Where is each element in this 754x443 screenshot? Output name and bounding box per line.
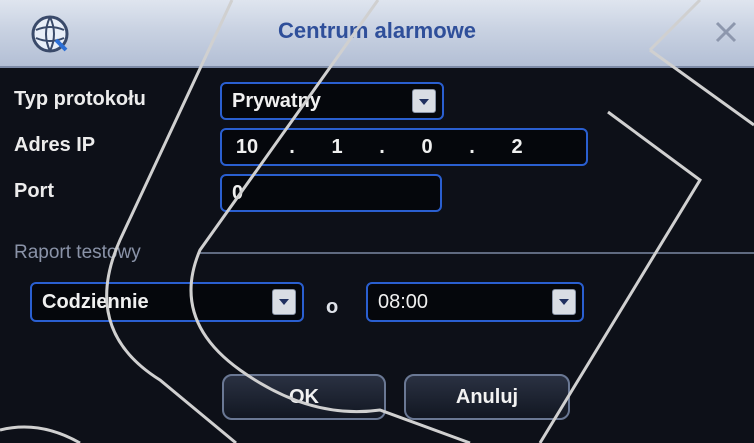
cancel-button[interactable]: Anuluj [404, 374, 570, 420]
close-icon[interactable] [712, 18, 740, 46]
title-bar: Centrum alarmowe [0, 0, 754, 68]
protocol-label: Typ protokołu [14, 88, 146, 110]
ip-octet-4[interactable]: 2 [502, 136, 532, 159]
chevron-down-icon[interactable] [552, 289, 576, 315]
port-label: Port [14, 180, 54, 202]
test-report-section-label: Raport testowy [14, 242, 141, 263]
ip-octet-2[interactable]: 1 [322, 136, 352, 159]
ip-octet-3[interactable]: 0 [412, 136, 442, 159]
at-label: o [326, 296, 339, 318]
window-title: Centrum alarmowe [277, 18, 477, 43]
ip-separator: . [469, 135, 475, 158]
ip-separator: . [289, 135, 295, 158]
port-field[interactable]: 0 [220, 174, 442, 212]
protocol-value: Prywatny [232, 89, 321, 112]
report-frequency-value: Codziennie [42, 290, 149, 313]
chevron-down-icon[interactable] [272, 289, 296, 315]
dialog-body: Typ protokołu Prywatny Adres IP 10 . 1 .… [0, 68, 754, 443]
ip-label: Adres IP [14, 134, 96, 156]
ip-separator: . [379, 135, 385, 158]
ip-address-field[interactable]: 10 . 1 . 0 . 2 [220, 128, 588, 166]
report-time-select[interactable]: 08:00 [366, 282, 584, 322]
report-time-value: 08:00 [378, 290, 429, 313]
section-divider [200, 252, 754, 254]
report-frequency-select[interactable]: Codziennie [30, 282, 304, 322]
ip-octet-1[interactable]: 10 [232, 136, 262, 159]
port-value: 0 [232, 181, 244, 204]
protocol-select[interactable]: Prywatny [220, 82, 444, 120]
chevron-down-icon[interactable] [412, 89, 436, 113]
ok-button[interactable]: OK [222, 374, 386, 420]
